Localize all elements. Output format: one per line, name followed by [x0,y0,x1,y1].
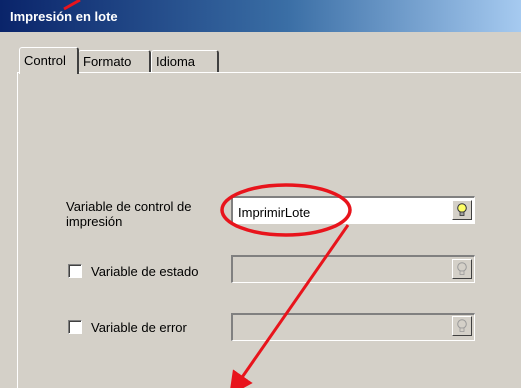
error-variable-input[interactable] [233,315,474,340]
status-variable-input[interactable] [233,257,474,282]
batch-print-dialog: Impresión en lote Formato Idioma Control… [0,0,521,388]
window-title: Impresión en lote [10,9,118,24]
print-control-label-line1: Variable de control de [66,199,192,214]
lightbulb-icon [457,319,467,332]
print-control-label-line2: impresión [66,214,123,229]
status-variable-label: Variable de estado [91,264,199,279]
tab-idioma-label: Idioma [156,54,196,69]
status-variable-browse-button[interactable] [452,259,472,279]
tab-formato-label: Formato [83,54,132,69]
lightbulb-icon [457,262,467,275]
error-variable-field[interactable] [231,313,475,341]
print-control-variable-field[interactable] [231,196,475,224]
print-control-variable-input[interactable] [233,198,474,223]
error-variable-browse-button[interactable] [452,316,472,336]
title-bar[interactable]: Impresión en lote [0,0,521,32]
print-control-browse-button[interactable] [452,200,472,220]
error-variable-label: Variable de error [91,320,187,335]
status-variable-field[interactable] [231,255,475,283]
tab-idioma[interactable]: Idioma [151,50,219,72]
error-variable-checkbox[interactable] [68,320,82,334]
tab-control-label: Control [24,53,66,68]
status-variable-checkbox[interactable] [68,264,82,278]
print-control-variable-label: Variable de control de impresión [66,199,192,229]
tab-formato[interactable]: Formato [78,50,151,72]
lightbulb-icon [457,203,467,216]
tab-control[interactable]: Control [19,47,79,74]
